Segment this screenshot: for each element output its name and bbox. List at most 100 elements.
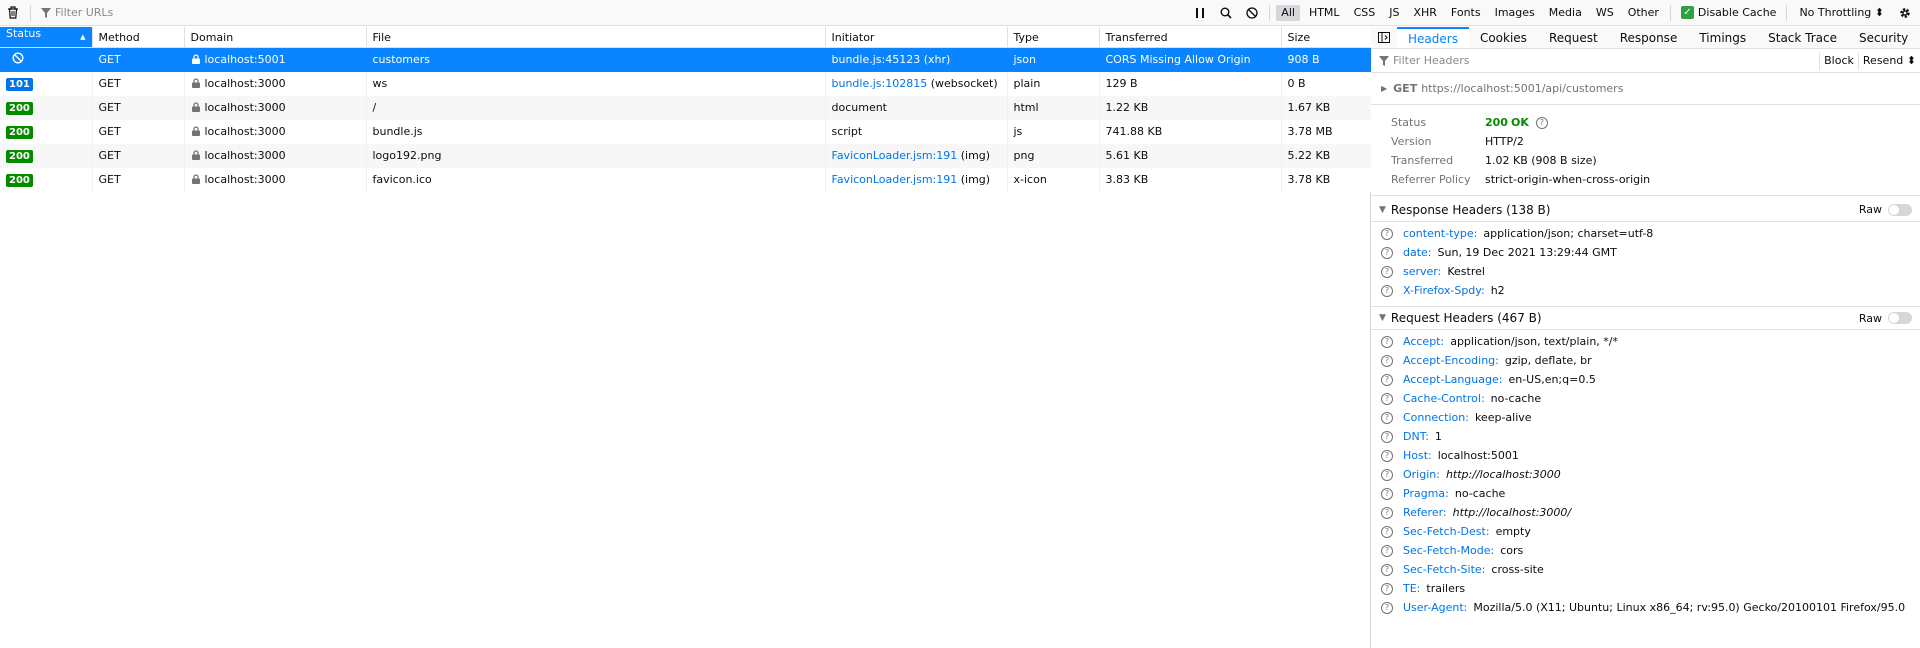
tab-request[interactable]: Request: [1538, 27, 1609, 48]
response-headers-section[interactable]: ▼ Response Headers (138 B) Raw: [1371, 198, 1920, 222]
type-filter-xhr[interactable]: XHR: [1408, 5, 1441, 21]
header-row[interactable]: ? Sec-Fetch-Mode: cors: [1381, 541, 1920, 560]
header-row[interactable]: ? Pragma: no-cache: [1381, 484, 1920, 503]
column-header-method[interactable]: Method: [92, 27, 185, 48]
tab-timings[interactable]: Timings: [1688, 27, 1757, 48]
help-icon[interactable]: ?: [1381, 563, 1393, 576]
help-icon[interactable]: ?: [1381, 335, 1393, 348]
help-icon[interactable]: ?: [1381, 487, 1393, 500]
type-filter-js[interactable]: JS: [1384, 5, 1404, 21]
trash-icon[interactable]: [0, 0, 26, 26]
request-url-line[interactable]: ▶ GET https://localhost:5001/api/custome…: [1371, 73, 1920, 105]
help-icon[interactable]: ?: [1381, 506, 1393, 519]
header-row[interactable]: ? content-type: application/json; charset=…: [1381, 224, 1920, 243]
toggle-switch[interactable]: [1888, 203, 1912, 216]
header-row[interactable]: ? DNT: 1: [1381, 427, 1920, 446]
column-header-initiator[interactable]: Initiator: [825, 27, 1008, 48]
request-headers-section[interactable]: ▼ Request Headers (467 B) Raw: [1371, 306, 1920, 330]
help-icon[interactable]: ?: [1381, 392, 1393, 405]
type-filter-css[interactable]: CSS: [1349, 5, 1381, 21]
table-row[interactable]: GET localhost:5001 customers bundle.js:4512…: [0, 47, 1372, 72]
domain-text: localhost:3000: [204, 149, 286, 162]
column-header-size[interactable]: Size: [1281, 27, 1372, 48]
header-row[interactable]: ? TE: trailers: [1381, 579, 1920, 598]
toggle-panel-icon[interactable]: [1371, 27, 1397, 48]
column-header-transferred[interactable]: Transferred: [1099, 27, 1282, 48]
gear-icon[interactable]: [1892, 0, 1918, 26]
header-row[interactable]: ? Host: localhost:5001: [1381, 446, 1920, 465]
header-row[interactable]: ? X-Firefox-Spdy: h2: [1381, 281, 1920, 300]
toolbar-divider: [1786, 4, 1788, 21]
header-row[interactable]: ? Accept: application/json, text/plain, */…: [1381, 332, 1920, 351]
tab-headers[interactable]: Headers: [1397, 27, 1469, 48]
filter-headers-input[interactable]: [1393, 54, 1773, 67]
raw-toggle[interactable]: Raw: [1859, 312, 1912, 325]
help-icon[interactable]: ?: [1381, 601, 1393, 614]
column-label: Status: [6, 27, 42, 40]
block-icon[interactable]: [1239, 0, 1265, 26]
column-header-file[interactable]: File: [366, 27, 826, 48]
table-row[interactable]: 200 GET localhost:3000 bundle.js script js 741…: [0, 119, 1372, 144]
type-filter-fonts[interactable]: Fonts: [1446, 5, 1486, 21]
help-icon[interactable]: ?: [1381, 468, 1393, 481]
disable-cache-checkbox[interactable]: ✓ Disable Cache: [1675, 0, 1783, 26]
toggle-switch[interactable]: [1888, 312, 1912, 324]
help-icon[interactable]: ?: [1381, 354, 1393, 367]
help-icon[interactable]: ?: [1381, 544, 1393, 557]
help-icon[interactable]: ?: [1381, 246, 1393, 259]
help-icon[interactable]: ?: [1381, 284, 1393, 297]
initiator-link[interactable]: bundle.js:102815: [832, 77, 928, 90]
help-icon[interactable]: ?: [1381, 411, 1393, 424]
type-filter-other[interactable]: Other: [1623, 5, 1664, 21]
type-filter-all[interactable]: All: [1276, 4, 1300, 21]
type-filter-html[interactable]: HTML: [1304, 5, 1345, 21]
help-icon[interactable]: ?: [1381, 449, 1393, 462]
type-filter-images[interactable]: Images: [1490, 5, 1540, 21]
initiator-link[interactable]: FaviconLoader.jsm:191: [832, 149, 958, 162]
help-icon[interactable]: ?: [1381, 265, 1393, 278]
header-row[interactable]: ? Sec-Fetch-Dest: empty: [1381, 522, 1920, 541]
raw-toggle[interactable]: Raw: [1859, 203, 1912, 216]
table-row[interactable]: 200 GET localhost:3000 logo192.png FaviconLo…: [0, 143, 1372, 168]
header-row[interactable]: ? Accept-Encoding: gzip, deflate, br: [1381, 351, 1920, 370]
type-filter-media[interactable]: Media: [1544, 5, 1587, 21]
initiator-link[interactable]: FaviconLoader.jsm:191: [832, 173, 958, 186]
resend-button[interactable]: Resend ⬍: [1857, 51, 1920, 70]
tab-cookies[interactable]: Cookies: [1469, 27, 1538, 48]
request-list: Status ▲ Method Domain File Initiator Type Tran…: [0, 27, 1372, 648]
header-name: Accept:: [1403, 335, 1445, 348]
table-body: GET localhost:5001 customers bundle.js:4512…: [0, 47, 1372, 192]
header-row[interactable]: ? Cache-Control: no-cache: [1381, 389, 1920, 408]
table-row[interactable]: 101 GET localhost:3000 ws bundle.js:102815 (…: [0, 71, 1372, 96]
help-icon[interactable]: ?: [1381, 430, 1393, 443]
throttling-select[interactable]: No Throttling ⬍: [1791, 6, 1892, 19]
help-icon[interactable]: ?: [1381, 373, 1393, 386]
pause-icon[interactable]: [1187, 0, 1213, 26]
help-icon[interactable]: ?: [1381, 227, 1393, 240]
header-row[interactable]: ? User-Agent: Mozilla/5.0 (X11; Ubuntu; Li…: [1381, 598, 1920, 617]
type-filter-ws[interactable]: WS: [1591, 5, 1619, 21]
column-header-status[interactable]: Status ▲: [0, 27, 93, 48]
header-row[interactable]: ? date: Sun, 19 Dec 2021 13:29:44 GMT: [1381, 243, 1920, 262]
header-row[interactable]: ? Origin: http://localhost:3000: [1381, 465, 1920, 484]
table-row[interactable]: 200 GET localhost:3000 / document html 1.22 KB…: [0, 95, 1372, 120]
help-icon[interactable]: ?: [1381, 582, 1393, 595]
header-row[interactable]: ? Sec-Fetch-Site: cross-site: [1381, 560, 1920, 579]
header-row[interactable]: ? Referer: http://localhost:3000/: [1381, 503, 1920, 522]
help-icon[interactable]: ?: [1535, 116, 1548, 129]
search-icon[interactable]: [1213, 0, 1239, 26]
tab-response[interactable]: Response: [1609, 27, 1689, 48]
header-row[interactable]: ? Accept-Language: en-US,en;q=0.5: [1381, 370, 1920, 389]
help-icon[interactable]: ?: [1381, 525, 1393, 538]
initiator-link[interactable]: bundle.js:45123: [832, 53, 921, 66]
column-header-domain[interactable]: Domain: [184, 27, 367, 48]
block-button[interactable]: Block: [1819, 51, 1858, 70]
filter-urls-input[interactable]: [55, 2, 455, 23]
header-row[interactable]: ? Connection: keep-alive: [1381, 408, 1920, 427]
tab-stack-trace[interactable]: Stack Trace: [1757, 27, 1848, 48]
column-header-type[interactable]: Type: [1007, 27, 1100, 48]
lock-icon: [191, 150, 201, 160]
header-row[interactable]: ? server: Kestrel: [1381, 262, 1920, 281]
table-row[interactable]: 200 GET localhost:3000 favicon.ico FaviconLo…: [0, 167, 1372, 192]
tab-security[interactable]: Security: [1848, 27, 1919, 48]
